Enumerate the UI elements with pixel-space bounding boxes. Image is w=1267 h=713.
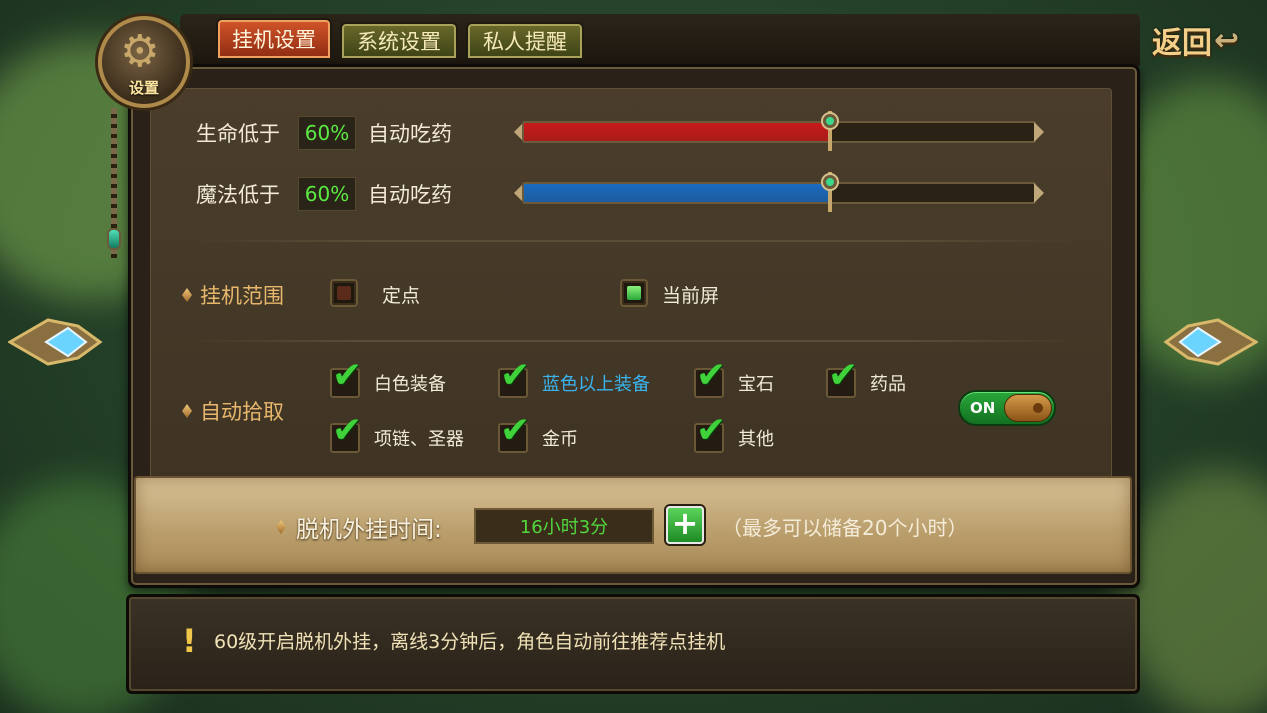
- checkmark-icon: ✔: [828, 355, 859, 396]
- emblem-label: 设置: [128, 79, 159, 97]
- chain-gem-icon: [107, 228, 121, 250]
- pickup-item-label: 药品: [870, 374, 906, 395]
- settings-emblem: ⚙ 设置: [98, 16, 190, 108]
- mp-prefix-label: 魔法低于: [196, 183, 280, 207]
- checkmark-icon: ✔: [696, 355, 727, 396]
- mp-threshold-slider[interactable]: [514, 172, 1044, 212]
- checkbox: ✔: [498, 413, 530, 453]
- pickup-item-label: 白色装备: [374, 374, 446, 395]
- tab-afk-settings[interactable]: 挂机设置: [216, 18, 332, 60]
- range-fixed-point-radio[interactable]: [330, 279, 358, 307]
- diamond-bullet-icon: [276, 520, 286, 534]
- checkbox: ✔: [694, 413, 726, 453]
- pickup-necklace-relic-checkbox[interactable]: ✔ 项链、圣器: [330, 413, 464, 453]
- offline-time-text: 脱机外挂时间:: [296, 517, 442, 543]
- pickup-item-label: 其他: [738, 429, 774, 450]
- mp-suffix-label: 自动吃药: [368, 183, 452, 207]
- auto-pickup-text: 自动拾取: [200, 400, 284, 424]
- checkmark-icon: ✔: [696, 410, 727, 451]
- back-arrow-icon: ↩: [1214, 22, 1240, 58]
- radio-dot-selected: [627, 286, 641, 300]
- checkmark-icon: ✔: [332, 410, 363, 451]
- hp-percent-value: 60%: [298, 116, 356, 150]
- slider-right-cap: [1034, 122, 1044, 142]
- toggle-knob: [1004, 394, 1052, 422]
- hp-slider-fill: [524, 123, 830, 141]
- range-current-screen-radio[interactable]: [620, 279, 648, 307]
- pickup-blue-gear-checkbox[interactable]: ✔ 蓝色以上装备: [498, 358, 650, 398]
- radio-dot: [337, 286, 351, 300]
- mp-slider-knob[interactable]: [818, 172, 842, 212]
- pickup-item-label: 金币: [542, 429, 578, 450]
- offline-time-label: 脱机外挂时间:: [276, 510, 442, 544]
- pickup-gold-checkbox[interactable]: ✔ 金币: [498, 413, 578, 453]
- prev-page-arrow-icon[interactable]: [8, 306, 104, 378]
- checkbox: ✔: [826, 358, 858, 398]
- tab-system-settings[interactable]: 系统设置: [340, 22, 458, 60]
- back-button[interactable]: 返回 ↩: [1152, 18, 1239, 62]
- next-page-arrow-icon[interactable]: [1162, 306, 1258, 378]
- checkbox: ✔: [330, 413, 362, 453]
- diamond-bullet-icon: [182, 288, 192, 302]
- pickup-item-label: 宝石: [738, 374, 774, 395]
- range-current-screen-label: 当前屏: [662, 285, 720, 307]
- slider-track: [522, 121, 1036, 143]
- afk-range-label: 挂机范围: [182, 280, 284, 310]
- tip-text: 60级开启脱机外挂，离线3分钟后，角色自动前往推荐点挂机: [214, 631, 726, 653]
- checkbox: ✔: [498, 358, 530, 398]
- offline-time-value: 16小时3分: [474, 508, 654, 544]
- pickup-item-label: 蓝色以上装备: [542, 374, 650, 395]
- afk-range-text: 挂机范围: [200, 284, 284, 308]
- background-foliage: [1120, 470, 1267, 713]
- range-fixed-point-label: 定点: [382, 285, 421, 307]
- offline-max-note: （最多可以储备20个小时）: [722, 516, 968, 540]
- hp-slider-knob[interactable]: [818, 111, 842, 151]
- pickup-white-gear-checkbox[interactable]: ✔ 白色装备: [330, 358, 446, 398]
- pickup-gem-checkbox[interactable]: ✔ 宝石: [694, 358, 774, 398]
- toggle-state-label: ON: [970, 399, 996, 417]
- auto-pickup-label: 自动拾取: [182, 396, 284, 426]
- auto-pickup-toggle[interactable]: ON: [958, 390, 1056, 426]
- hp-suffix-label: 自动吃药: [368, 122, 452, 146]
- checkbox: ✔: [694, 358, 726, 398]
- pickup-item-label: 项链、圣器: [374, 429, 464, 450]
- pickup-other-checkbox[interactable]: ✔ 其他: [694, 413, 774, 453]
- diamond-bullet-icon: [182, 404, 192, 418]
- mp-slider-fill: [524, 184, 830, 202]
- pickup-potion-checkbox[interactable]: ✔ 药品: [826, 358, 906, 398]
- hp-threshold-slider[interactable]: [514, 111, 1044, 151]
- slider-right-cap: [1034, 183, 1044, 203]
- checkbox: ✔: [330, 358, 362, 398]
- exclamation-icon: !: [182, 622, 197, 660]
- checkmark-icon: ✔: [500, 410, 531, 451]
- back-label: 返回: [1152, 26, 1212, 61]
- section-divider: [186, 340, 1082, 342]
- section-divider: [186, 240, 1082, 242]
- hp-prefix-label: 生命低于: [196, 122, 280, 146]
- checkmark-icon: ✔: [500, 355, 531, 396]
- tab-private-reminder[interactable]: 私人提醒: [466, 22, 584, 60]
- add-offline-time-button[interactable]: +: [666, 506, 704, 544]
- checkmark-icon: ✔: [332, 355, 363, 396]
- gear-icon: ⚙: [120, 26, 160, 77]
- mp-percent-value: 60%: [298, 177, 356, 211]
- slider-track: [522, 182, 1036, 204]
